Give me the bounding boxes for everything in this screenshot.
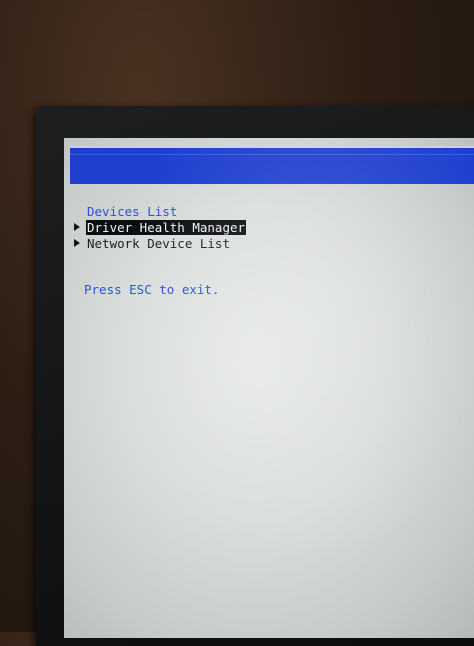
- submenu-arrow-icon: [74, 239, 80, 247]
- menu-item-label: Driver Health Manager: [86, 220, 247, 235]
- title-bar-inner: [70, 154, 474, 184]
- menu-item-label: Network Device List: [87, 236, 230, 251]
- exit-hint: Press ESC to exit.: [84, 282, 220, 297]
- title-bar: [70, 146, 474, 184]
- devices-menu: Devices List Driver Health Manager Netwo…: [72, 204, 247, 251]
- menu-title: Devices List: [87, 204, 178, 219]
- bios-screen: Devices List Driver Health Manager Netwo…: [64, 138, 474, 638]
- submenu-arrow-icon: [74, 223, 80, 231]
- menu-item-network-device-list[interactable]: Network Device List: [72, 236, 230, 251]
- menu-item-driver-health-manager[interactable]: Driver Health Manager: [72, 220, 247, 235]
